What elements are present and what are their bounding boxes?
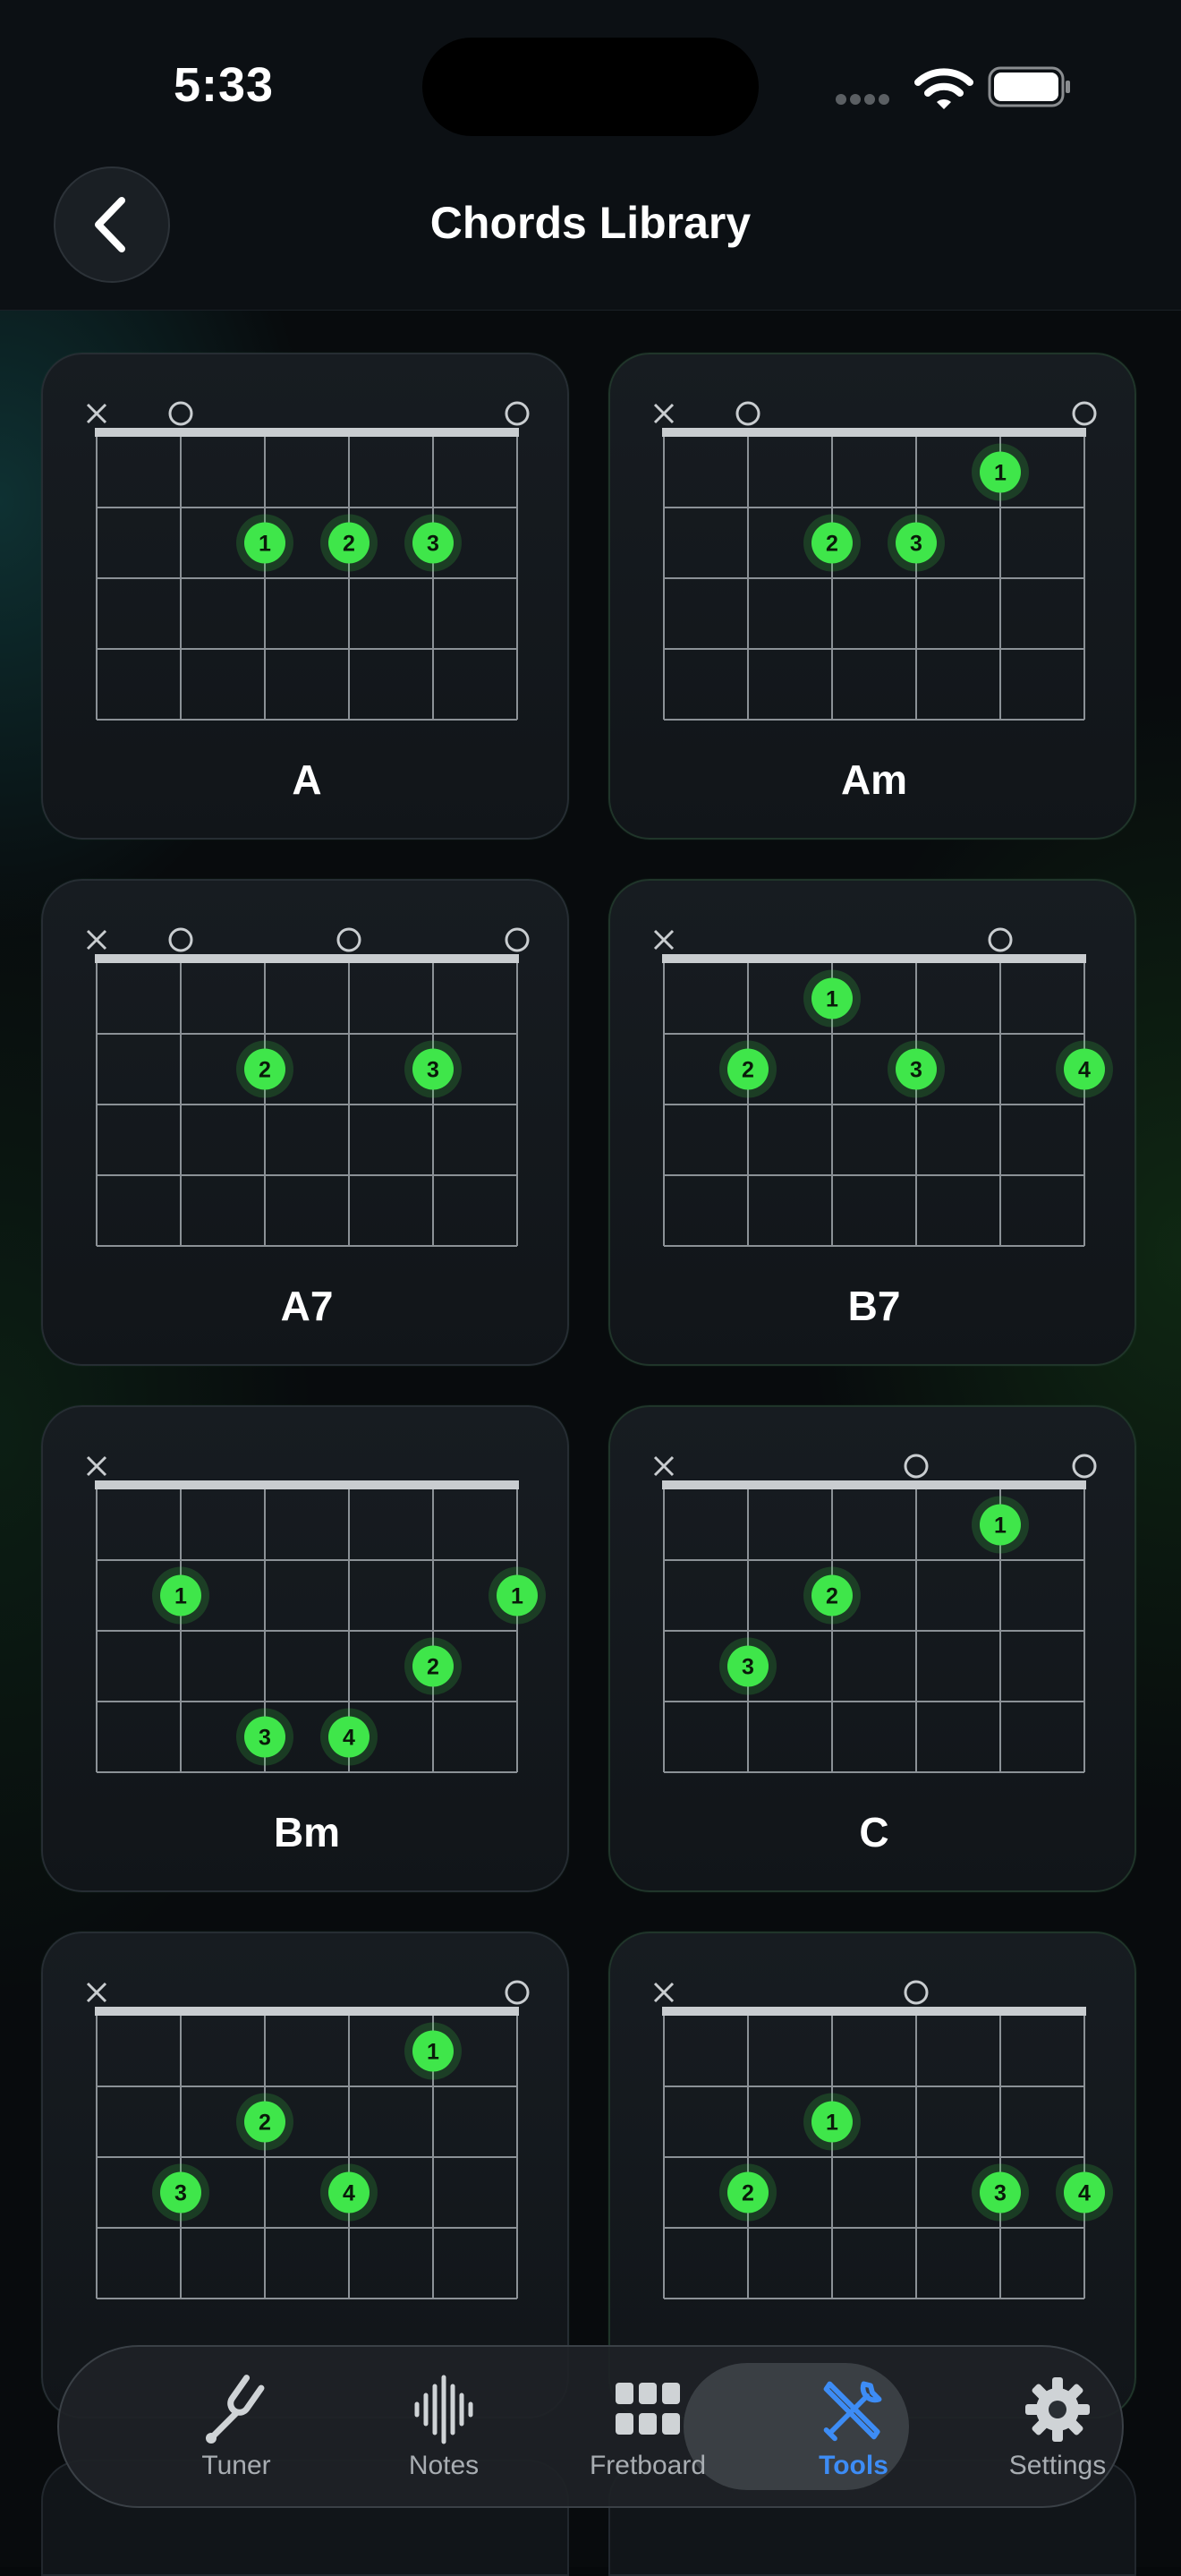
open-string-marker bbox=[505, 1980, 530, 2005]
status-time: 5:33 bbox=[174, 58, 275, 112]
tools-icon bbox=[818, 2374, 889, 2445]
finger-number: 4 bbox=[1078, 2181, 1091, 2206]
chord-diagram: 1 1 2 3 4 bbox=[86, 1455, 546, 1773]
finger-number: 2 bbox=[259, 2111, 271, 2136]
muted-string-marker bbox=[86, 1982, 107, 2003]
finger-number: 2 bbox=[826, 532, 838, 557]
gear-icon bbox=[1022, 2374, 1093, 2445]
open-string-marker bbox=[904, 1454, 929, 1479]
open-string-marker bbox=[904, 1980, 929, 2005]
chord-diagram: 1 2 3 4 bbox=[653, 1980, 1113, 2299]
open-string-marker bbox=[735, 401, 760, 426]
tab-settings[interactable]: Settings bbox=[956, 2347, 1160, 2506]
nut bbox=[662, 954, 1086, 963]
tab-label: Settings bbox=[1008, 2451, 1107, 2480]
chord-diagram: 1 2 3 bbox=[86, 401, 530, 721]
nut bbox=[95, 2007, 519, 2016]
muted-string-marker bbox=[653, 1455, 675, 1477]
tab-notes[interactable]: Notes bbox=[342, 2347, 546, 2506]
finger-number: 1 bbox=[994, 1514, 1007, 1539]
chord-name: Bm bbox=[273, 1809, 341, 1855]
chord-diagram: 1 2 3 4 bbox=[86, 1980, 530, 2299]
muted-string-marker bbox=[86, 403, 107, 424]
finger-number: 3 bbox=[742, 1655, 754, 1680]
chord-card[interactable]: 1 2 3 Am bbox=[608, 353, 1136, 840]
nut bbox=[662, 428, 1086, 437]
finger-number: 2 bbox=[742, 1058, 754, 1083]
chord-diagram: 23 bbox=[86, 927, 530, 1247]
chord-name: A bbox=[292, 756, 322, 803]
chord-name: Am bbox=[840, 756, 908, 803]
open-string-marker bbox=[1072, 401, 1097, 426]
nut bbox=[662, 1480, 1086, 1489]
finger-number: 2 bbox=[427, 1655, 439, 1680]
muted-string-marker bbox=[86, 929, 107, 951]
finger-number: 1 bbox=[511, 1584, 523, 1609]
nut bbox=[95, 1480, 519, 1489]
finger-number: 4 bbox=[1078, 1058, 1091, 1083]
nut bbox=[95, 954, 519, 963]
nut bbox=[95, 428, 519, 437]
open-string-marker bbox=[988, 927, 1013, 952]
chord-card[interactable]: 2 3 A7 bbox=[41, 879, 569, 1366]
finger-number: 3 bbox=[910, 1058, 922, 1083]
chord-name: B7 bbox=[847, 1283, 901, 1329]
finger-number: 1 bbox=[826, 987, 838, 1012]
tab-bar: Tuner Notes Fretboard Tools Settings bbox=[57, 2345, 1124, 2508]
chord-name: A7 bbox=[280, 1283, 334, 1329]
chord-name: C bbox=[859, 1809, 889, 1855]
wifi-icon bbox=[914, 68, 973, 109]
finger-number: 3 bbox=[910, 532, 922, 557]
dynamic-island bbox=[422, 38, 759, 136]
muted-string-marker bbox=[653, 1982, 675, 2003]
muted-string-marker bbox=[86, 1455, 107, 1477]
finger-number: 2 bbox=[343, 532, 355, 557]
open-string-marker bbox=[505, 401, 530, 426]
open-string-marker bbox=[505, 927, 530, 952]
finger-number: 3 bbox=[174, 2181, 187, 2206]
finger-number: 1 bbox=[427, 2040, 439, 2065]
finger-number: 4 bbox=[343, 1726, 355, 1751]
chord-card[interactable]: 1 2 3 C bbox=[608, 1405, 1136, 1892]
open-string-marker bbox=[1072, 1454, 1097, 1479]
tab-tools[interactable]: Tools bbox=[752, 2347, 956, 2506]
tab-label: Fretboard bbox=[589, 2451, 707, 2480]
finger-number: 3 bbox=[427, 1058, 439, 1083]
finger-number: 1 bbox=[174, 1584, 187, 1609]
open-string-marker bbox=[336, 927, 361, 952]
finger-number: 3 bbox=[427, 532, 439, 557]
tab-label: Notes bbox=[408, 2451, 480, 2480]
chord-diagram: 1 2 3 bbox=[653, 401, 1097, 721]
chord-diagram: 1 2 3 bbox=[653, 1454, 1097, 1773]
muted-string-marker bbox=[653, 403, 675, 424]
finger-number: 1 bbox=[259, 532, 271, 557]
open-string-marker bbox=[168, 401, 193, 426]
finger-number: 2 bbox=[826, 1584, 838, 1609]
nut bbox=[662, 2007, 1086, 2016]
finger-number: 2 bbox=[259, 1058, 271, 1083]
battery-icon bbox=[988, 66, 1070, 107]
tab-tuner[interactable]: Tuner bbox=[134, 2347, 338, 2506]
tab-label: Tools bbox=[819, 2451, 888, 2480]
chord-diagram: 1 2 3 4 bbox=[653, 927, 1113, 1247]
grid-dots-icon bbox=[612, 2374, 684, 2445]
muted-string-marker bbox=[653, 929, 675, 951]
finger-number: 1 bbox=[994, 461, 1007, 486]
chord-card[interactable]: 1 1 2 3 4 Bm bbox=[41, 1405, 569, 1892]
chord-grid: 1 2 3 A 1 2 3 Am 2 3 A7 1 2 3 4 B7 1 1 2 3 4 Bm 1 2 3 C 1 2 3 4 1 2 3 4 bbox=[0, 0, 1181, 2567]
finger-number: 2 bbox=[742, 2181, 754, 2206]
tab-fretboard[interactable]: Fretboard bbox=[546, 2347, 750, 2506]
tab-label: Tuner bbox=[201, 2451, 271, 2480]
waveform-icon bbox=[408, 2374, 480, 2445]
finger-number: 4 bbox=[343, 2181, 355, 2206]
chord-card[interactable]: 1 2 3 4 B7 bbox=[608, 879, 1136, 1366]
finger-number: 3 bbox=[994, 2181, 1007, 2206]
open-string-marker bbox=[168, 927, 193, 952]
finger-number: 3 bbox=[259, 1726, 271, 1751]
cellular-signal-icon bbox=[836, 93, 896, 106]
finger-number: 1 bbox=[826, 2111, 838, 2136]
chord-card[interactable]: 1 2 3 A bbox=[41, 353, 569, 840]
tuning-fork-icon bbox=[200, 2374, 272, 2445]
page-title: Chords Library bbox=[429, 198, 752, 248]
